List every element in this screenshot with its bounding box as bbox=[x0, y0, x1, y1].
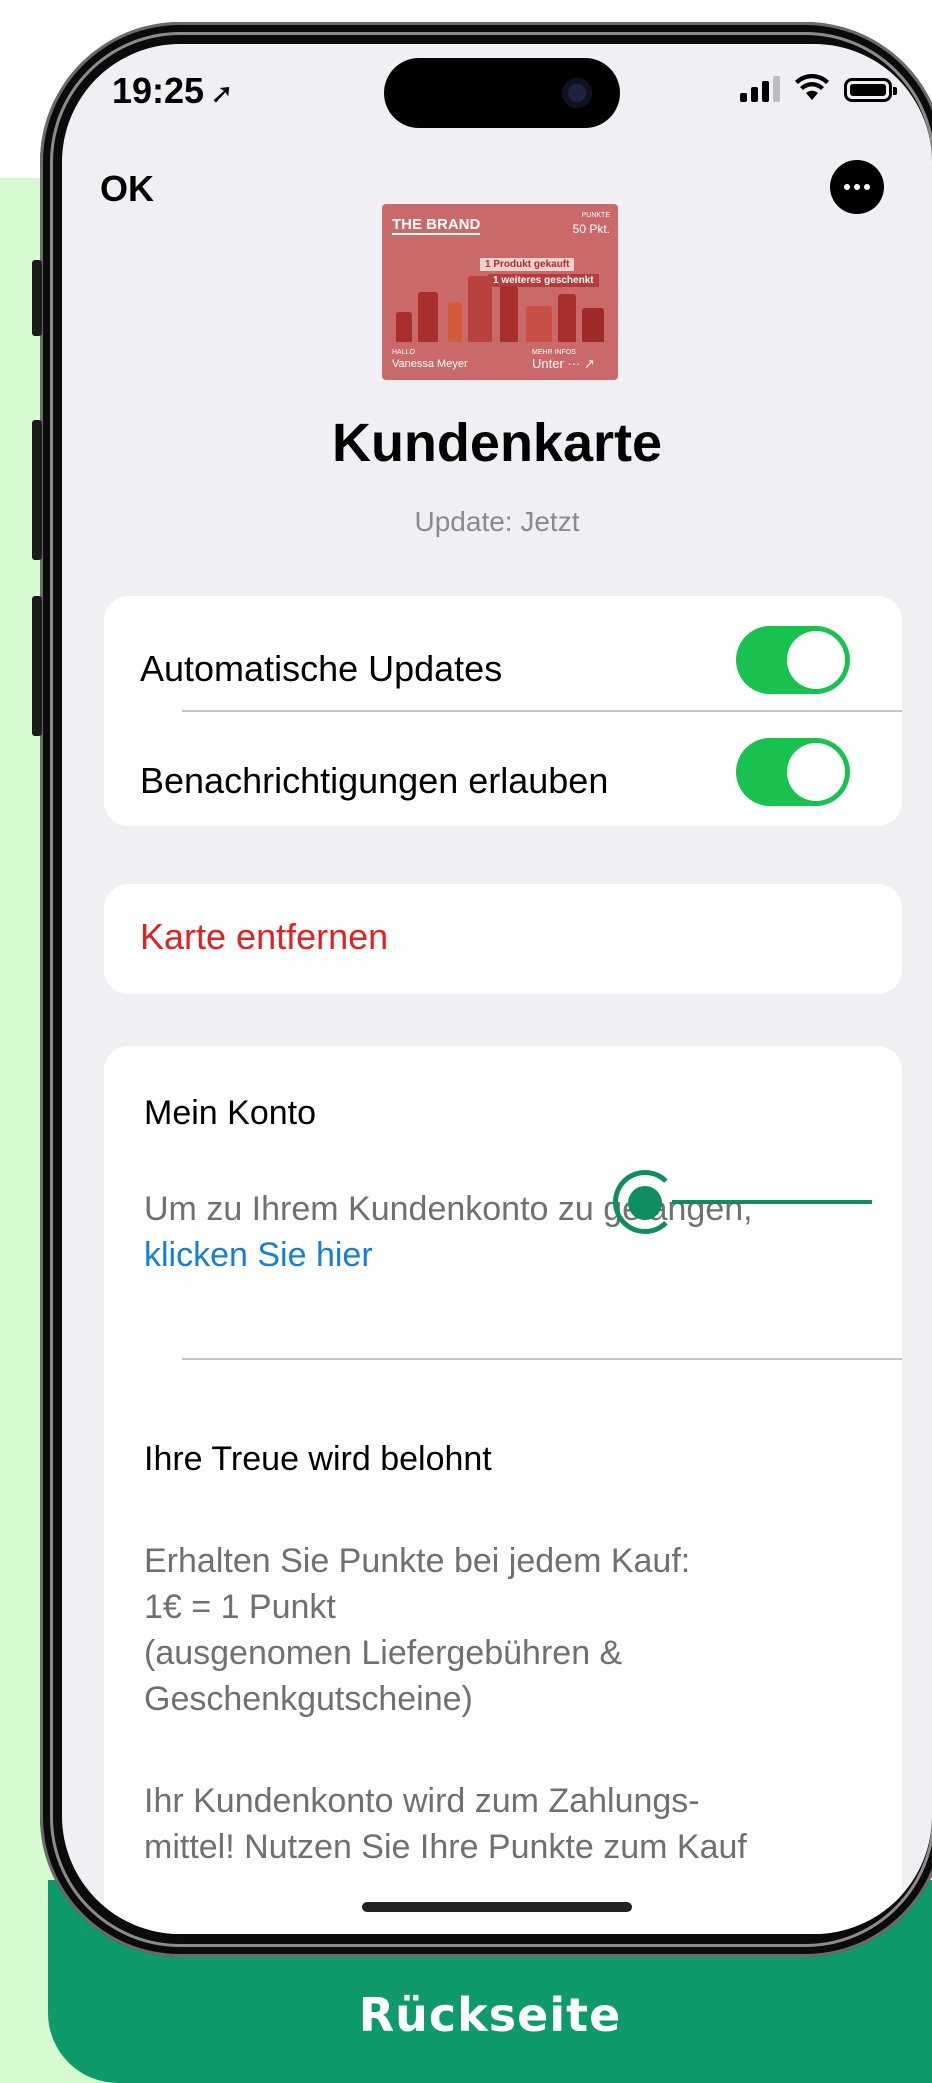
card-brand: THE BRAND bbox=[392, 216, 481, 235]
ellipsis-circle-icon[interactable] bbox=[830, 160, 884, 214]
dynamic-island bbox=[384, 58, 620, 128]
loyalty-card-thumbnail[interactable]: THE BRAND PUNKTE 50 Pkt. 1 Produkt gekau… bbox=[382, 204, 618, 380]
location-arrow-icon: ➚ bbox=[210, 78, 234, 109]
divider bbox=[182, 710, 902, 712]
product-image bbox=[468, 276, 492, 342]
settings-group: Automatische Updates Benachrichtigungen … bbox=[104, 596, 902, 826]
remove-card-button[interactable]: Karte entfernen bbox=[140, 916, 388, 958]
card-points-value: 50 Pkt. bbox=[572, 222, 610, 236]
front-camera bbox=[562, 78, 592, 108]
phone-screen: 19:25 ➚ OK THE BRAND PUNKTE 50 Pkt. 1 Pro… bbox=[62, 44, 932, 1934]
product-image bbox=[500, 286, 518, 342]
caption-text: Rückseite bbox=[358, 1988, 622, 2042]
cellular-signal-icon bbox=[740, 76, 780, 102]
battery-icon bbox=[844, 78, 897, 102]
product-image bbox=[558, 294, 576, 342]
auto-updates-label: Automatische Updates bbox=[140, 648, 503, 689]
product-image bbox=[526, 306, 552, 342]
auto-updates-toggle[interactable] bbox=[736, 626, 850, 694]
volume-up-button bbox=[32, 420, 42, 560]
status-time: 19:25 ➚ bbox=[112, 70, 234, 111]
loyalty-line5: Ihr Kundenkonto wird zum Zahlungs- bbox=[144, 1782, 700, 1820]
product-image bbox=[418, 292, 438, 342]
product-image bbox=[396, 312, 412, 342]
card-hello-label: HALLO bbox=[392, 349, 415, 356]
home-indicator bbox=[362, 1902, 632, 1912]
product-image bbox=[448, 302, 462, 342]
loyalty-line2: 1€ = 1 Punkt bbox=[144, 1588, 336, 1626]
account-link[interactable]: klicken Sie hier bbox=[144, 1232, 373, 1278]
card-info-label: MEHR INFOS bbox=[532, 349, 576, 356]
card-points-label: PUNKTE bbox=[581, 212, 610, 219]
notifications-toggle[interactable] bbox=[736, 738, 850, 806]
action-button bbox=[32, 260, 42, 336]
divider bbox=[182, 1358, 902, 1360]
card-holder-name: Vanessa Meyer bbox=[392, 358, 468, 370]
product-image bbox=[582, 308, 604, 342]
loyalty-line4: Geschenkgutscheine) bbox=[144, 1680, 473, 1718]
update-status: Update: Jetzt bbox=[414, 506, 580, 537]
remove-card-group: Karte entfernen bbox=[104, 884, 902, 994]
toggle-knob bbox=[787, 743, 845, 801]
card-promo-line1: 1 Produkt gekauft bbox=[480, 258, 575, 271]
loyalty-line1: Erhalten Sie Punkte bei jedem Kauf: bbox=[144, 1542, 691, 1580]
notifications-label: Benachrichtigungen erlauben bbox=[140, 760, 609, 801]
info-group: Mein Konto Um zu Ihrem Kundenkonto zu ge… bbox=[104, 1046, 902, 1934]
account-title: Mein Konto bbox=[144, 1094, 316, 1132]
ok-button[interactable]: OK bbox=[100, 168, 154, 210]
tap-indicator-dot bbox=[628, 1186, 662, 1220]
volume-down-button bbox=[32, 596, 42, 736]
loyalty-line6: mittel! Nutzen Sie Ihre Punkte zum Kauf bbox=[144, 1828, 747, 1866]
card-info-value: Unter ··· ↗ bbox=[532, 356, 595, 371]
status-icons bbox=[740, 74, 897, 102]
loyalty-line3: (ausgenomen Liefergebühren & bbox=[144, 1634, 623, 1672]
wifi-icon bbox=[795, 74, 829, 100]
loyalty-title: Ihre Treue wird belohnt bbox=[144, 1440, 492, 1478]
page-title: Kundenkarte bbox=[331, 413, 663, 473]
callout-line bbox=[672, 1200, 872, 1204]
toggle-knob bbox=[787, 631, 845, 689]
